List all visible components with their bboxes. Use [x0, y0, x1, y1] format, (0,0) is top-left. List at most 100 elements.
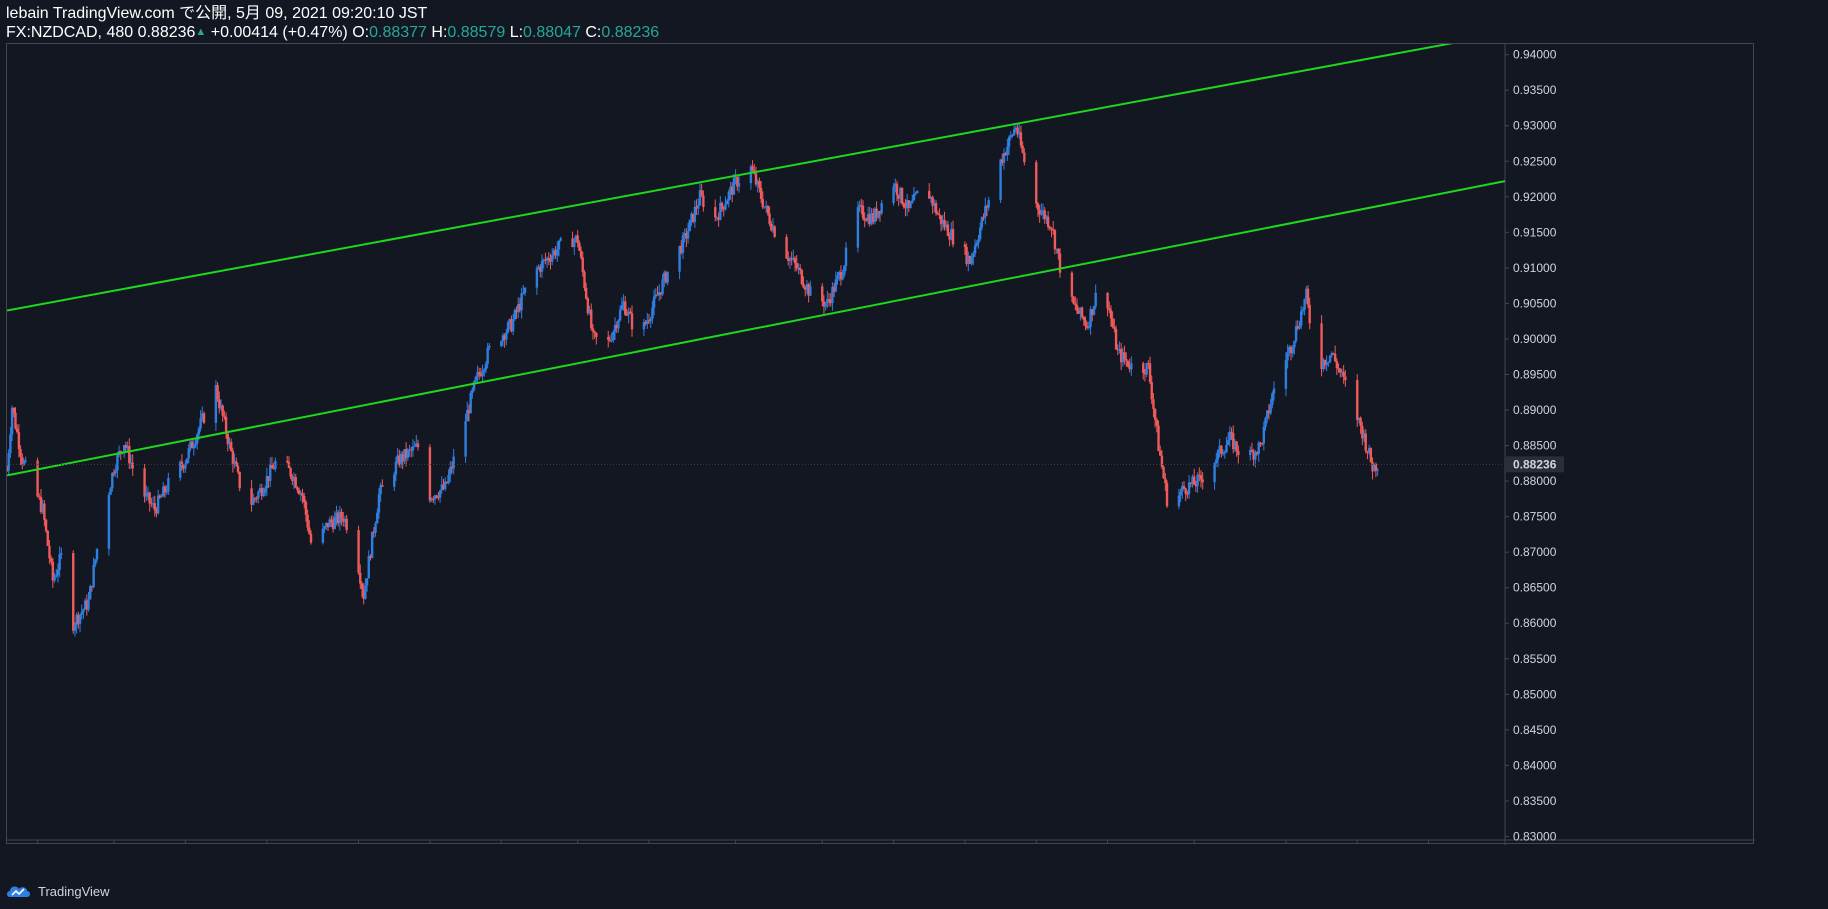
candle-up [469, 392, 472, 414]
candle-down [1113, 326, 1116, 329]
candle-up [911, 200, 914, 203]
candle-down [1150, 381, 1153, 400]
candle-up [80, 612, 83, 615]
candle-down [48, 545, 51, 559]
candle-up [612, 331, 615, 341]
candle-down [1050, 228, 1053, 230]
y-tick-label: 0.94000 [1513, 48, 1557, 62]
candle-up [520, 293, 523, 311]
candle-up [197, 428, 201, 435]
candle-down [702, 195, 705, 208]
candle-up [374, 523, 377, 533]
candle-down [294, 477, 297, 488]
candle-down [330, 519, 333, 523]
y-tick-label: 0.83000 [1513, 829, 1557, 843]
candle-down [308, 527, 311, 534]
candle-down [1182, 486, 1186, 489]
candle-down [630, 313, 634, 330]
candle-down [1142, 363, 1145, 373]
candle-up [1012, 129, 1016, 135]
candle-down [629, 311, 632, 314]
candle-down [624, 301, 627, 315]
candle-up [199, 418, 202, 429]
candle-down [1036, 203, 1040, 210]
candle-down [900, 187, 904, 204]
candle-up [55, 575, 58, 577]
candle-down [1162, 466, 1165, 479]
candle-down [576, 235, 579, 243]
candle-down [758, 180, 761, 188]
candle-down [1230, 431, 1233, 434]
candle-up [187, 448, 190, 459]
candle-up [984, 206, 987, 218]
candle-down [44, 519, 48, 531]
candle-down [1084, 320, 1087, 326]
candle-down [1165, 483, 1169, 507]
candle-down [902, 203, 905, 208]
candle-up [1087, 326, 1091, 328]
candle-down [357, 530, 360, 573]
candle-up [484, 363, 488, 370]
candle-up [620, 305, 624, 310]
candle-down [1364, 433, 1367, 451]
candle-down [306, 514, 309, 528]
candle-down [1157, 425, 1160, 451]
candle-up [263, 488, 267, 493]
candle-up [559, 238, 562, 241]
candle-down [1053, 230, 1057, 250]
candle-up [1187, 482, 1191, 494]
candle-up [972, 253, 975, 258]
candle-down [798, 267, 802, 271]
candle-down [163, 486, 167, 493]
candle-down [700, 190, 703, 196]
candle-down [360, 583, 364, 590]
candle-up [652, 296, 656, 308]
candle-down [435, 495, 438, 498]
candle-up [9, 434, 12, 454]
chart-area[interactable]: 0.94000 0.93500 0.93000 0.92500 0.92000 0.915… [6, 43, 1755, 845]
candle-up [145, 493, 148, 497]
candle-up [1299, 311, 1303, 326]
candle-up [7, 453, 10, 471]
candle-up [987, 200, 990, 208]
candle-down [1335, 360, 1339, 369]
last-price-label: 0.88236 [1513, 457, 1557, 471]
candle-down [1155, 419, 1159, 426]
candle-up [666, 271, 669, 283]
candle-down [1308, 304, 1311, 324]
candle-down [15, 428, 19, 433]
candle-up [406, 449, 410, 458]
price-chart[interactable]: 0.94000 0.93500 0.93000 0.92500 0.92000 0.915… [7, 44, 1755, 845]
candle-up [1264, 417, 1267, 427]
candle-down [202, 413, 206, 423]
candle-up [393, 474, 396, 487]
candle-down [128, 445, 131, 464]
candle-up [522, 292, 525, 294]
candle-down [593, 331, 596, 333]
candle-up [506, 322, 510, 333]
candle-down [1148, 363, 1152, 382]
candle-bodies [7, 127, 1379, 631]
brand-name: TradingView [38, 883, 110, 899]
candle-down [1057, 248, 1060, 254]
y-tick-label: 0.88500 [1513, 439, 1557, 453]
candle-up [274, 460, 277, 470]
candle-down [785, 236, 788, 259]
candle-down [148, 492, 151, 504]
candle-up [160, 496, 163, 498]
candle-down [1108, 308, 1111, 311]
candle-up [1094, 292, 1097, 307]
candle-up [111, 472, 114, 489]
candle-down [238, 471, 241, 489]
y-tick-label: 0.92500 [1513, 154, 1557, 168]
candle-down [863, 218, 866, 221]
candle-up [107, 494, 111, 549]
candle-down [963, 244, 967, 247]
candle-up [1196, 474, 1199, 487]
up-triangle-icon: ▲ [195, 26, 207, 38]
candle-up [523, 287, 527, 293]
candle-down [1082, 317, 1085, 321]
candle-up [58, 554, 61, 570]
candle-down [180, 461, 184, 466]
candle-up [732, 178, 736, 195]
